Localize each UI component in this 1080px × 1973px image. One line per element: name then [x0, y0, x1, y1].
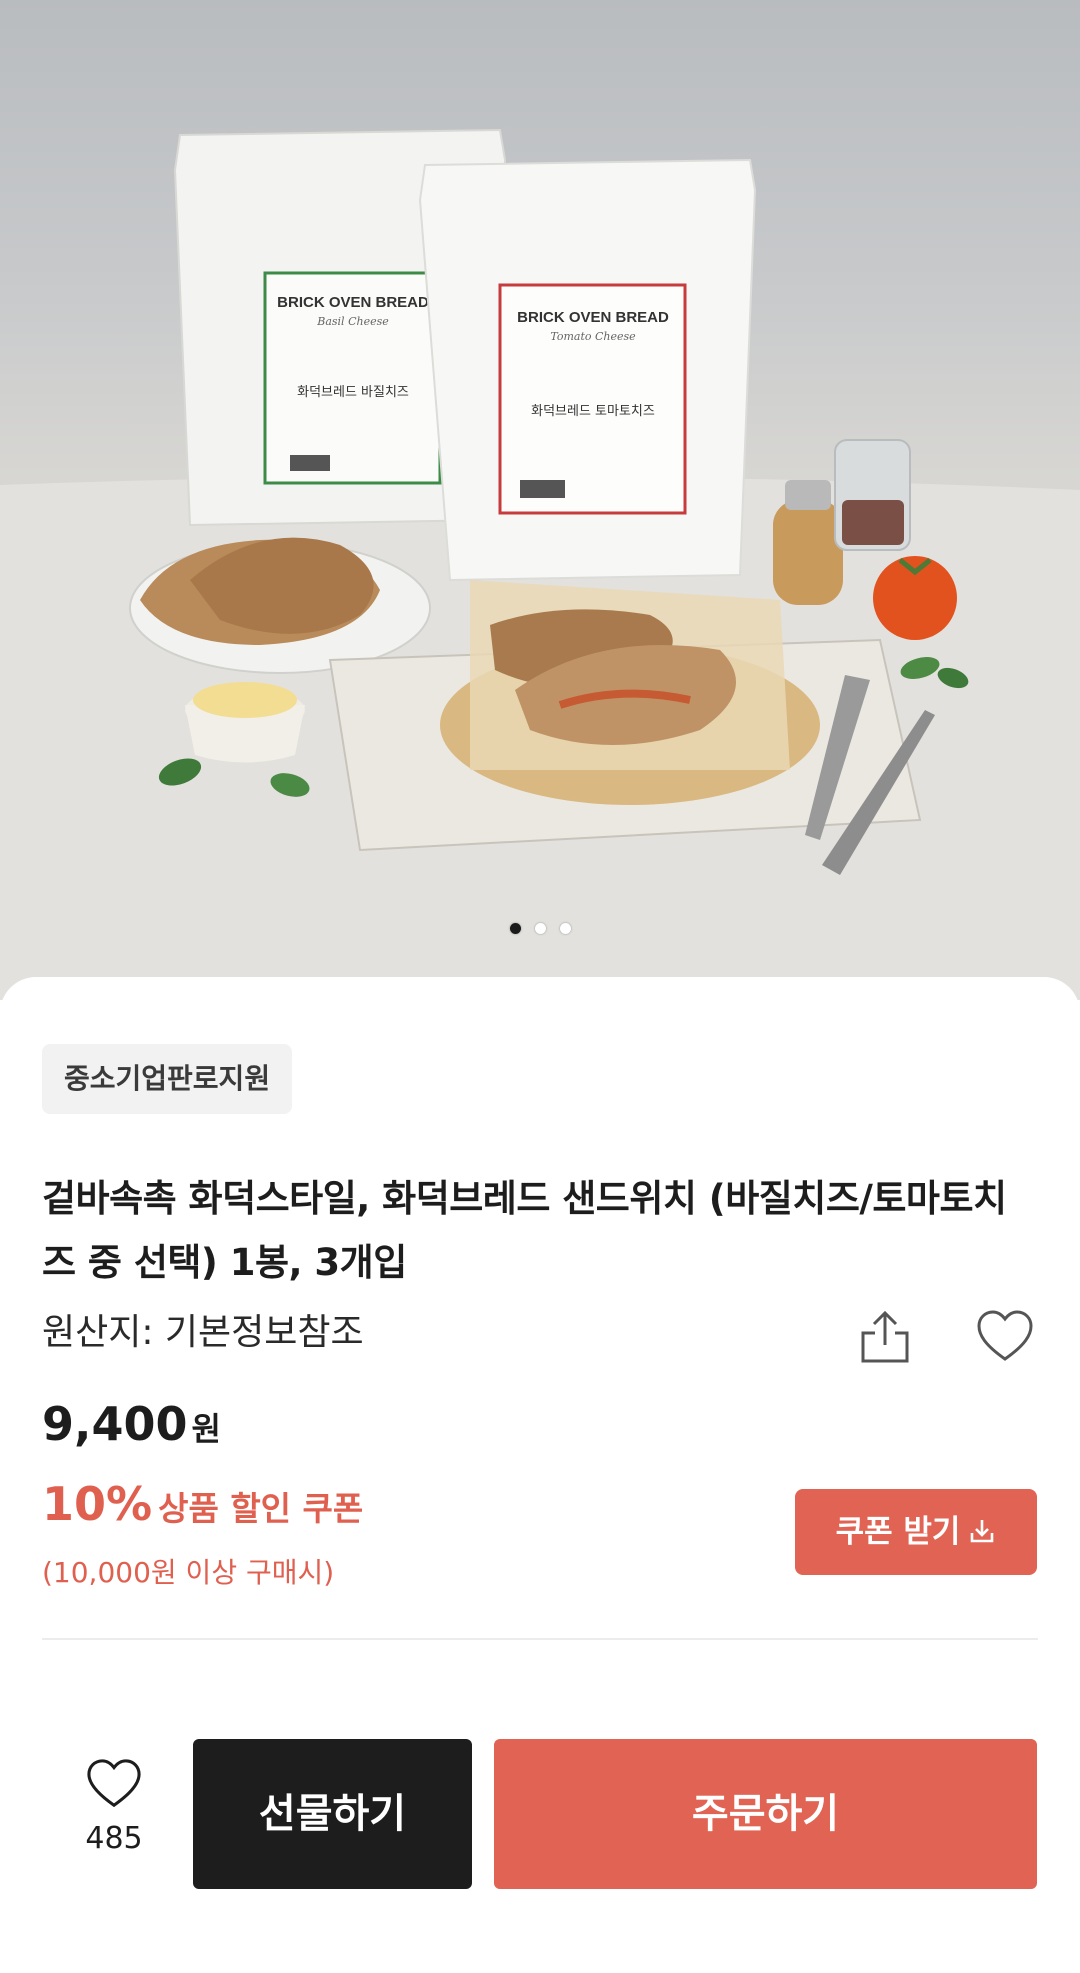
svg-text:화덕브레드 토마토치즈: 화덕브레드 토마토치즈 — [531, 404, 655, 419]
svg-text:Basil Cheese: Basil Cheese — [316, 315, 389, 328]
product-image-carousel[interactable]: BRICK OVEN BREAD Basil Cheese 화덕브레드 바질치즈… — [0, 0, 1080, 1000]
coupon-rate: 10% — [42, 1477, 153, 1531]
product-detail-page: BRICK OVEN BREAD Basil Cheese 화덕브레드 바질치즈… — [0, 0, 1080, 1973]
coupon-text: 상품 할인 쿠폰 — [158, 1489, 364, 1528]
gift-button[interactable]: 선물하기 — [193, 1739, 472, 1889]
section-divider — [42, 1638, 1038, 1640]
svg-text:BRICK OVEN BREAD: BRICK OVEN BREAD — [277, 294, 429, 311]
carousel-dot-3[interactable] — [559, 923, 571, 934]
carousel-indicator — [0, 923, 1080, 934]
carousel-dot-1[interactable] — [509, 923, 521, 934]
package-tomato-cheese: BRICK OVEN BREAD Tomato Cheese 화덕브레드 토마토… — [418, 158, 757, 582]
heart-icon — [87, 1759, 141, 1808]
product-badge: 중소기업판로지원 — [42, 1044, 293, 1114]
svg-text:BRICK OVEN BREAD: BRICK OVEN BREAD — [517, 309, 669, 326]
share-icon — [861, 1310, 909, 1363]
share-button[interactable] — [855, 1307, 915, 1367]
product-title: 겉바속촉 화덕스타일, 화덕브레드 샌드위치 (바질치즈/토마토치즈 중 선택)… — [42, 1177, 1007, 1284]
download-icon — [971, 1519, 994, 1542]
get-coupon-label: 쿠폰 받기 — [835, 1514, 961, 1550]
price-unit: 원 — [191, 1410, 221, 1448]
wishlist-count: 485 — [85, 1821, 143, 1856]
coupon-info: 10% 상품 할인 쿠폰 — [42, 1477, 363, 1531]
heart-icon — [977, 1310, 1033, 1361]
product-photo: BRICK OVEN BREAD Basil Cheese 화덕브레드 바질치즈… — [0, 128, 1080, 1000]
order-button[interactable]: 주문하기 — [494, 1739, 1037, 1889]
svg-text:Tomato Cheese: Tomato Cheese — [550, 330, 636, 343]
like-button[interactable] — [975, 1307, 1035, 1367]
get-coupon-button[interactable]: 쿠폰 받기 — [795, 1489, 1037, 1575]
coupon-condition: (10,000원 이상 구매시) — [42, 1556, 335, 1589]
product-info-sheet: 중소기업판로지원 겉바속촉 화덕스타일, 화덕브레드 샌드위치 (바질치즈/토마… — [0, 977, 1080, 1973]
product-price: 9,400 원 — [42, 1397, 221, 1451]
price-value: 9,400 — [42, 1397, 188, 1451]
carousel-dot-2[interactable] — [534, 923, 546, 934]
svg-text:화덕브레드 바질치즈: 화덕브레드 바질치즈 — [297, 385, 409, 400]
product-origin: 원산지: 기본정보참조 — [42, 1312, 364, 1353]
wishlist-button[interactable]: 485 — [72, 1757, 156, 1856]
